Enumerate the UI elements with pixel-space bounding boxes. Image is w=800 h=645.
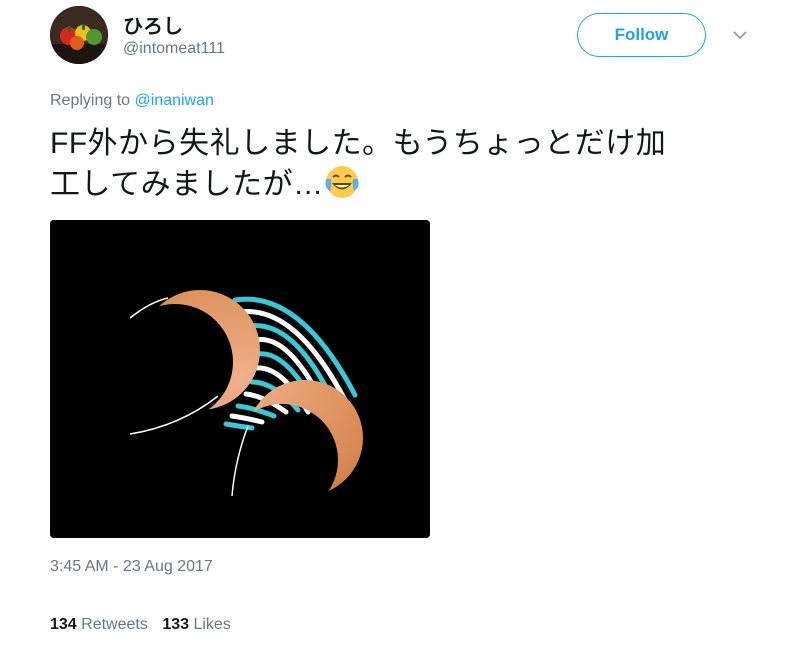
retweets-label: Retweets [81, 616, 148, 633]
tweet-timestamp[interactable]: 3:45 AM - 23 Aug 2017 [50, 558, 213, 576]
follow-button[interactable]: Follow [577, 13, 706, 57]
avatar-image-icon [50, 6, 108, 64]
tweet-text-line-1: FF外から失礼しました。もうちょっとだけ加 [50, 127, 667, 160]
likes-count: 133 [162, 616, 190, 633]
likes-label: Likes [193, 616, 231, 633]
replying-to-label: Replying to [50, 92, 135, 109]
face-with-tears-of-joy-icon [325, 166, 359, 198]
likes-stat[interactable]: 133 Likes [162, 616, 231, 633]
display-name[interactable]: ひろし [123, 10, 183, 39]
tweet-media-image[interactable] [50, 220, 430, 538]
tweet-text-line-2: 工してみましたが… [50, 168, 324, 201]
replying-to: Replying to @inaniwan [50, 92, 214, 110]
avatar[interactable] [50, 6, 108, 64]
tweet-text: FF外から失礼しました。もうちょっとだけ加 工してみましたが… [50, 124, 750, 205]
tweet-stats: 134 Retweets 133 Likes [50, 616, 241, 634]
retweets-count: 134 [50, 616, 77, 633]
retweets-stat[interactable]: 134 Retweets [50, 616, 148, 633]
user-handle[interactable]: @intomeat111 [123, 40, 225, 58]
reply-mention-link[interactable]: @inaniwan [135, 92, 214, 109]
chevron-down-icon[interactable] [731, 28, 749, 42]
eclipse-edited-image-icon [50, 220, 430, 538]
